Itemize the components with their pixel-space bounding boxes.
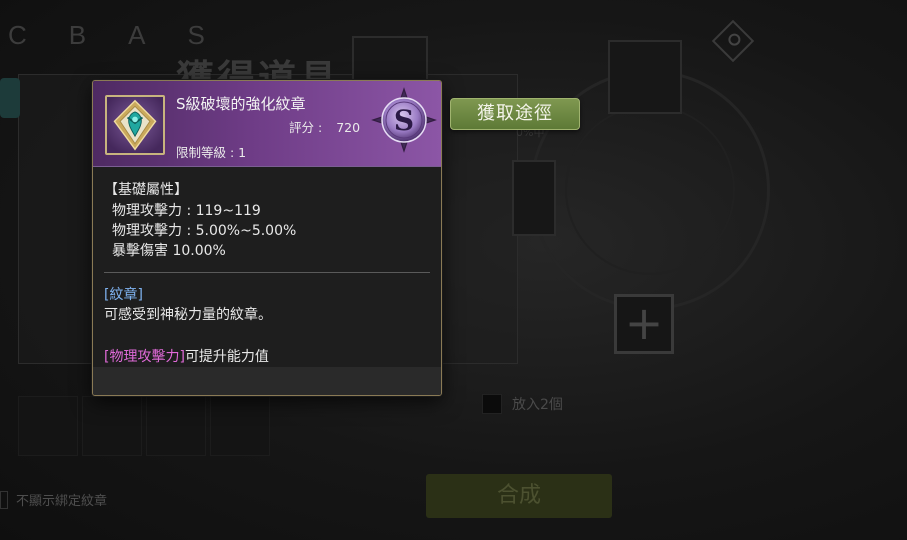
base-attributes-title: 【基礎屬性】 bbox=[104, 182, 188, 198]
quantity-option[interactable]: 放入2個 bbox=[482, 394, 563, 414]
grade-tab-c[interactable]: C bbox=[8, 20, 29, 51]
grid-cell[interactable] bbox=[146, 396, 206, 456]
tooltip-header: S級破壞的強化紋章 評分 : 720 限制等級 : 1 S bbox=[93, 81, 441, 167]
grid-cell[interactable] bbox=[210, 396, 270, 456]
material-slot[interactable] bbox=[512, 160, 556, 236]
grid-cell[interactable] bbox=[18, 396, 78, 456]
hide-bound-label: 不顯示綁定紋章 bbox=[16, 494, 108, 509]
quantity-checkbox[interactable] bbox=[482, 394, 502, 414]
compose-button[interactable]: 合成 bbox=[426, 474, 612, 518]
effect-tag: [物理攻擊力] bbox=[104, 349, 185, 365]
quantity-label: 放入2個 bbox=[512, 397, 563, 413]
category-tag: [紋章] bbox=[104, 287, 143, 303]
item-effect: [物理攻擊力]可提升能力值 bbox=[104, 347, 430, 367]
item-score: 評分 : 720 bbox=[289, 117, 360, 136]
level-requirement: 限制等級 : 1 bbox=[176, 145, 247, 160]
emblem-list-icon[interactable] bbox=[0, 78, 20, 118]
grade-tab-a[interactable]: A bbox=[128, 20, 147, 51]
teal-shield-emblem-icon bbox=[105, 95, 165, 155]
grid-cell[interactable] bbox=[82, 396, 142, 456]
item-tooltip: S級破壞的強化紋章 評分 : 720 限制等級 : 1 S 【基礎屬性】 物理攻擊… bbox=[92, 80, 442, 396]
score-value: 720 bbox=[336, 120, 361, 135]
grade-tab-b[interactable]: B bbox=[69, 20, 88, 51]
plus-icon[interactable]: + bbox=[614, 294, 674, 354]
tooltip-footer bbox=[93, 367, 441, 395]
score-label: 評分 : bbox=[289, 120, 323, 135]
item-description: 可感受到神秘力量的紋章。 bbox=[104, 307, 272, 323]
item-name: S級破壞的強化紋章 bbox=[176, 95, 306, 113]
attribute-line: 物理攻擊力 : 5.00%~5.00% bbox=[112, 223, 297, 239]
hide-bound-checkbox[interactable] bbox=[0, 490, 8, 509]
material-slot[interactable] bbox=[608, 40, 682, 114]
grade-s-badge-icon: S bbox=[371, 87, 437, 153]
attribute-line: 暴擊傷害 10.00% bbox=[112, 243, 226, 259]
attribute-line: 物理攻擊力 : 119~119 bbox=[112, 203, 261, 219]
tooltip-divider bbox=[104, 272, 430, 273]
acquire-route-button[interactable]: 獲取途徑 bbox=[450, 98, 580, 130]
effect-text: 可提升能力值 bbox=[184, 349, 269, 365]
tooltip-body: 【基礎屬性】 物理攻擊力 : 119~119 物理攻擊力 : 5.00%~5.0… bbox=[93, 167, 441, 367]
synthesis-inner-circle bbox=[565, 105, 735, 275]
hide-bound-option[interactable]: 不顯示綁定紋章 bbox=[0, 490, 107, 509]
grade-tabs: C B A S bbox=[8, 20, 207, 51]
grade-tab-s[interactable]: S bbox=[187, 20, 206, 51]
grade-letter: S bbox=[394, 104, 414, 137]
